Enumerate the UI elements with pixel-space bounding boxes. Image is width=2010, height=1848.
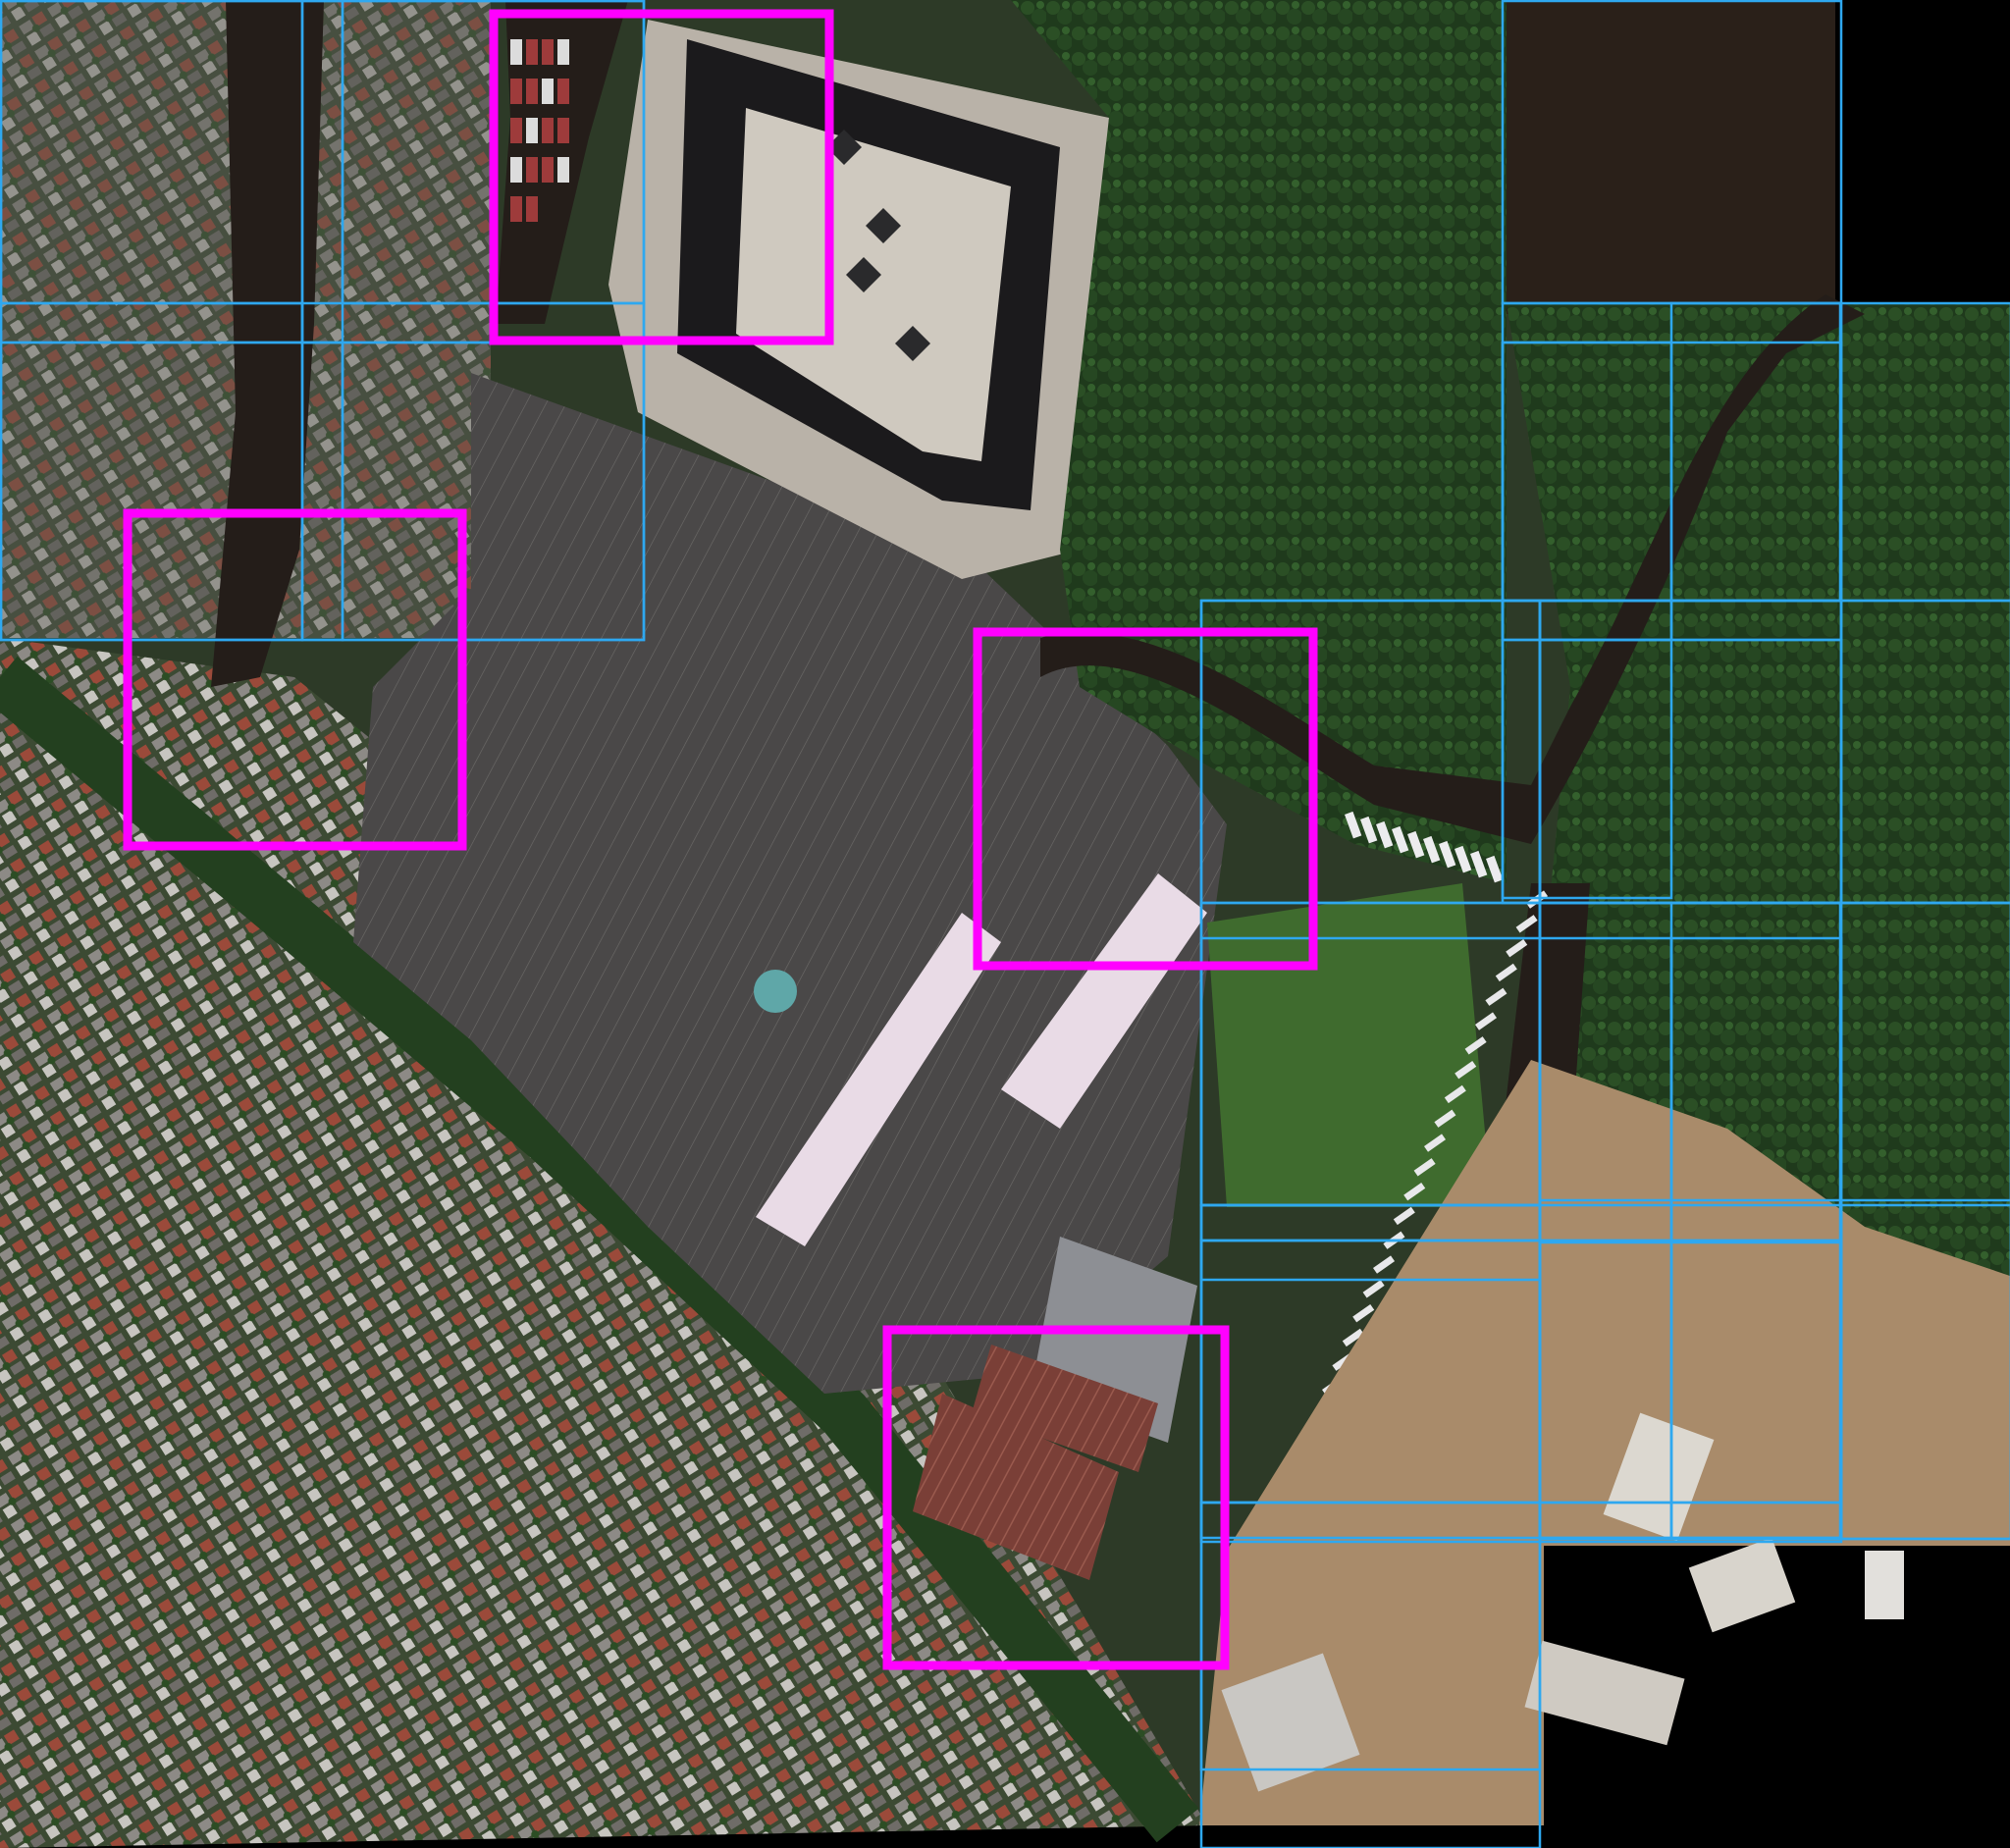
harbor-boat-6 <box>542 79 554 104</box>
harbor-boat-17 <box>526 196 538 222</box>
harbor-boat-10 <box>542 118 554 143</box>
harbor-boat-4 <box>510 79 522 104</box>
harbor-boat-11 <box>557 118 569 143</box>
harbor-boat-5 <box>526 79 538 104</box>
harbor-boat-15 <box>557 157 569 183</box>
harbor-boat-7 <box>557 79 569 104</box>
harbor-boat-14 <box>542 157 554 183</box>
grass-field <box>1207 883 1492 1207</box>
harbor-boat-13 <box>526 157 538 183</box>
harbor-boat-1 <box>526 39 538 65</box>
harbor-boat-9 <box>526 118 538 143</box>
harbor-boat-3 <box>557 39 569 65</box>
satellite-map-view <box>0 0 2010 1848</box>
fountain <box>754 970 797 1013</box>
harbor-boat-16 <box>510 196 522 222</box>
harbor-boat-12 <box>510 157 522 183</box>
wide-river <box>1507 0 1835 314</box>
tower-4 <box>1524 1640 1685 1746</box>
harbor-boat-8 <box>510 118 522 143</box>
map-canvas <box>0 0 2010 1848</box>
tower-2 <box>1688 1537 1796 1633</box>
harbor-boat-0 <box>510 39 522 65</box>
harbor-boat-2 <box>542 39 554 65</box>
tower-5 <box>1865 1551 1904 1619</box>
